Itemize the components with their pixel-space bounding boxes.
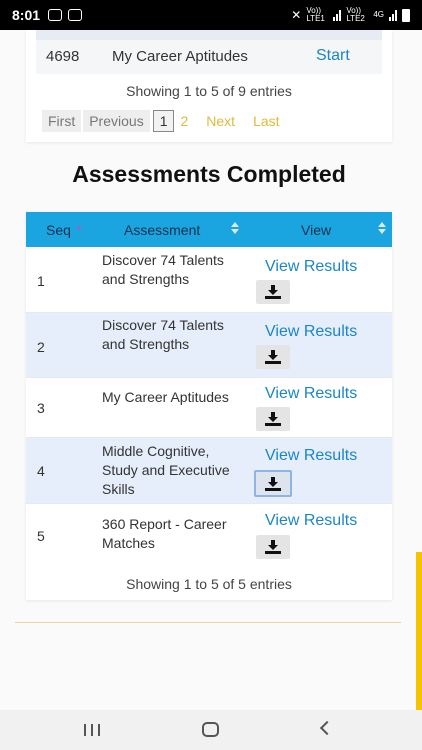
row-id: 4698 [46, 48, 80, 65]
completed-assessments-card: Seq Assessment View 1 Discover 74 Talent… [26, 212, 392, 600]
table-row: 2 Discover 74 Talents and Strengths View… [26, 313, 392, 378]
gallery-icon [68, 9, 83, 21]
sort-icon [231, 222, 239, 234]
table-row: 5 360 Report - Career Matches View Resul… [26, 504, 392, 566]
table-row: 3 My Career Aptitudes View Results [26, 378, 392, 438]
divider [15, 622, 401, 623]
previous-page-button[interactable]: Previous [83, 110, 150, 132]
table-row: 1 Discover 74 Talents and Strengths View… [26, 247, 392, 313]
download-button[interactable] [254, 470, 292, 497]
row-assessment: 360 Report - Career Matches [102, 516, 227, 551]
entries-info: Showing 1 to 5 of 9 entries [126, 83, 292, 99]
view-results-link[interactable]: View Results [265, 512, 357, 530]
recent-apps-icon[interactable] [84, 724, 100, 736]
signal2-icon [389, 9, 397, 21]
sort-icon [378, 222, 386, 234]
download-button[interactable] [256, 407, 290, 431]
status-right: ✕ Vo)) LTE1 Vo)) LTE2 4G [291, 7, 410, 23]
row-name: My Career Aptitudes [112, 48, 248, 65]
status-time: 8:01 [12, 7, 41, 23]
download-button[interactable] [256, 535, 290, 559]
pagination: First Previous 1 2 Next Last [42, 110, 298, 132]
status-bar: 8:01 ✕ Vo)) LTE1 Vo)) LTE2 4G [0, 0, 422, 30]
view-results-link[interactable]: View Results [265, 447, 357, 465]
table-row: 4 Middle Cognitive, Study and Executive … [26, 438, 392, 504]
section-title: Assessments Completed [72, 161, 346, 187]
download-icon [265, 476, 281, 491]
next-page-link[interactable]: Next [206, 113, 235, 129]
view-results-link[interactable]: View Results [265, 323, 357, 341]
home-icon[interactable] [202, 722, 219, 737]
scroll-indicator[interactable] [416, 552, 422, 710]
header-seq[interactable]: Seq [46, 222, 71, 238]
sort-asc-icon [76, 225, 82, 230]
current-page[interactable]: 1 [152, 110, 175, 132]
first-page-button[interactable]: First [42, 110, 82, 132]
download-icon [265, 540, 281, 554]
download-button[interactable] [256, 280, 290, 304]
page-2-link[interactable]: 2 [180, 113, 188, 129]
android-nav-bar [0, 710, 422, 750]
table-header: Seq Assessment View [26, 212, 392, 247]
start-link[interactable]: Start [316, 47, 350, 65]
row-assessment: Middle Cognitive, Study and Executive Sk… [102, 443, 230, 497]
entries-info: Showing 1 to 5 of 5 entries [126, 576, 292, 592]
sim2-label: Vo)) LTE2 [346, 6, 365, 23]
network-label: 4G [373, 10, 384, 19]
signal1-icon [333, 9, 342, 21]
row-assessment: My Career Aptitudes [102, 389, 229, 405]
row-seq: 3 [37, 400, 45, 416]
row-seq: 2 [37, 339, 45, 355]
header-assessment[interactable]: Assessment [124, 222, 200, 238]
download-icon [265, 350, 281, 364]
download-icon [265, 285, 281, 299]
view-results-link[interactable]: View Results [265, 385, 357, 403]
row-assessment: Discover 74 Talents and Strengths [102, 317, 224, 352]
page-content[interactable]: 4698 My Career Aptitudes Start Showing 1… [0, 30, 422, 710]
mute-icon: ✕ [291, 8, 302, 22]
header-view[interactable]: View [301, 222, 331, 238]
table-row: 4698 My Career Aptitudes Start [36, 40, 382, 74]
instagram-icon [48, 9, 63, 21]
battery-icon [402, 8, 410, 22]
view-results-link[interactable]: View Results [265, 258, 357, 276]
back-icon[interactable] [319, 720, 335, 736]
download-icon [265, 412, 281, 426]
last-page-link[interactable]: Last [253, 113, 279, 129]
sim1-label: Vo)) LTE1 [306, 6, 325, 23]
row-seq: 1 [37, 273, 45, 289]
row-assessment: Discover 74 Talents and Strengths [102, 252, 224, 287]
download-button[interactable] [256, 345, 290, 369]
row-seq: 5 [37, 528, 45, 544]
table-header-strip [36, 30, 382, 40]
row-seq: 4 [37, 463, 45, 479]
